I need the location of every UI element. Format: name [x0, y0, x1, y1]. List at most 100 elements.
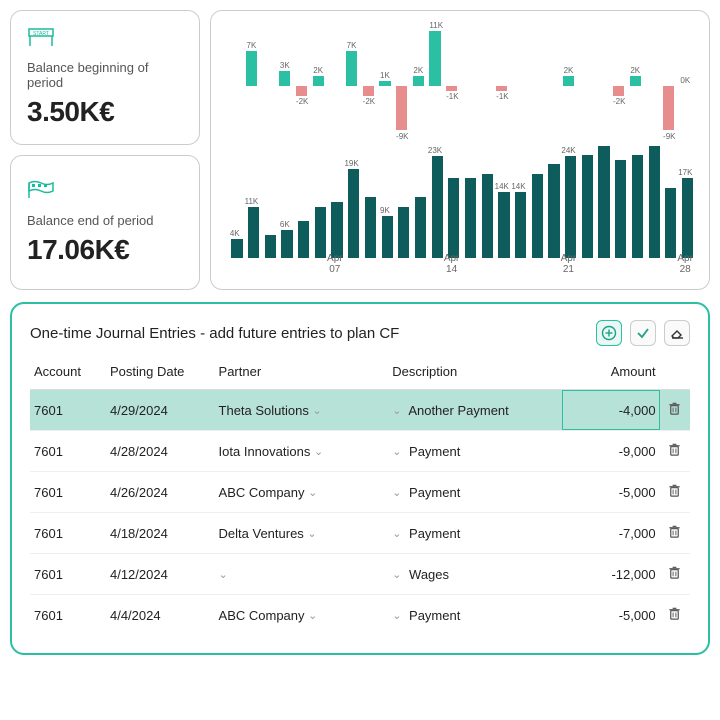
cell-partner[interactable]: ⌄ — [215, 554, 389, 595]
delta-bar — [227, 19, 243, 140]
cell-amount[interactable]: -5,000 — [562, 595, 660, 636]
balance-bar: 24K — [561, 146, 577, 258]
cell-account[interactable]: 7601 — [30, 513, 106, 554]
delta-bar — [327, 19, 343, 140]
delete-row-button[interactable] — [660, 472, 690, 513]
table-row[interactable]: 76014/29/2024Theta Solutions ⌄⌄ Another … — [30, 390, 690, 431]
balance-bar — [577, 146, 593, 258]
delta-bar: 11K — [427, 19, 443, 140]
delete-row-button[interactable] — [660, 513, 690, 554]
x-tick: Apr 14 — [444, 253, 460, 275]
cell-amount[interactable]: -4,000 — [562, 390, 660, 431]
balance-bar — [310, 146, 326, 258]
balance-bar — [444, 146, 460, 258]
table-row[interactable]: 76014/18/2024Delta Ventures ⌄⌄ Payment-7… — [30, 513, 690, 554]
cell-description[interactable]: ⌄ Payment — [388, 513, 562, 554]
cell-partner[interactable]: ABC Company ⌄ — [215, 595, 389, 636]
kpi-end-value: 17.06K€ — [27, 234, 183, 266]
journal-entries-card: One-time Journal Entries - add future en… — [10, 302, 710, 655]
col-posting-date[interactable]: Posting Date — [106, 358, 215, 390]
balance-bar: 14K — [494, 146, 510, 258]
cell-account[interactable]: 7601 — [30, 390, 106, 431]
chevron-down-icon: ⌄ — [392, 486, 401, 499]
delete-row-button[interactable] — [660, 595, 690, 636]
table-row[interactable]: 76014/28/2024Iota Innovations ⌄⌄ Payment… — [30, 431, 690, 472]
cell-date[interactable]: 4/4/2024 — [106, 595, 215, 636]
balance-bar: 17K — [678, 146, 694, 258]
confirm-button[interactable] — [630, 320, 656, 346]
chevron-down-icon: ⌄ — [392, 609, 401, 622]
delta-bar — [594, 19, 610, 140]
cell-partner[interactable]: Delta Ventures ⌄ — [215, 513, 389, 554]
cell-description[interactable]: ⌄ Payment — [388, 595, 562, 636]
cell-partner[interactable]: Iota Innovations ⌄ — [215, 431, 389, 472]
chevron-down-icon: ⌄ — [307, 527, 316, 540]
cell-description[interactable]: ⌄ Payment — [388, 472, 562, 513]
balance-bar: 9K — [377, 146, 393, 258]
cell-amount[interactable]: -9,000 — [562, 431, 660, 472]
add-entry-button[interactable] — [596, 320, 622, 346]
table-row[interactable]: 76014/26/2024ABC Company ⌄⌄ Payment-5,00… — [30, 472, 690, 513]
delta-bar — [577, 19, 593, 140]
cell-partner[interactable]: Theta Solutions ⌄ — [215, 390, 389, 431]
delete-row-button[interactable] — [660, 431, 690, 472]
delta-bar: -2K — [611, 19, 627, 140]
balance-bar — [611, 146, 627, 258]
balance-bar — [294, 146, 310, 258]
delta-bar — [511, 19, 527, 140]
x-tick: Apr 21 — [561, 253, 577, 275]
balance-bar: 14K — [511, 146, 527, 258]
balance-bar — [477, 146, 493, 258]
delta-bar — [461, 19, 477, 140]
delta-bar: 7K — [244, 19, 260, 140]
balance-bar — [644, 146, 660, 258]
cell-amount[interactable]: -5,000 — [562, 472, 660, 513]
cell-account[interactable]: 7601 — [30, 472, 106, 513]
cell-date[interactable]: 4/29/2024 — [106, 390, 215, 431]
delta-bar: 7K — [344, 19, 360, 140]
cell-account[interactable]: 7601 — [30, 554, 106, 595]
cell-amount[interactable]: -12,000 — [562, 554, 660, 595]
cell-partner[interactable]: ABC Company ⌄ — [215, 472, 389, 513]
delta-bar: -2K — [361, 19, 377, 140]
cell-description[interactable]: ⌄ Payment — [388, 431, 562, 472]
delta-bar — [260, 19, 276, 140]
cell-description[interactable]: ⌄ Another Payment — [388, 390, 562, 431]
col-amount[interactable]: Amount — [562, 358, 660, 390]
kpi-begin-label: Balance beginning of period — [27, 60, 183, 90]
chevron-down-icon: ⌄ — [392, 527, 401, 540]
cashflow-chart: 7K3K-2K2K7K-2K1K-9K2K11K-1K-1K2K-2K2K-9K… — [210, 10, 710, 290]
table-row[interactable]: 76014/4/2024ABC Company ⌄⌄ Payment-5,000 — [30, 595, 690, 636]
start-flag-icon: START — [27, 27, 183, 52]
kpi-end-label: Balance end of period — [27, 213, 183, 228]
delete-row-button[interactable] — [660, 390, 690, 431]
delta-bar: -2K — [294, 19, 310, 140]
delete-row-button[interactable] — [660, 554, 690, 595]
cell-description[interactable]: ⌄ Wages — [388, 554, 562, 595]
balance-bar: 6K — [277, 146, 293, 258]
cell-date[interactable]: 4/28/2024 — [106, 431, 215, 472]
col-account[interactable]: Account — [30, 358, 106, 390]
cell-date[interactable]: 4/18/2024 — [106, 513, 215, 554]
chevron-down-icon: ⌄ — [392, 445, 401, 458]
cell-date[interactable]: 4/26/2024 — [106, 472, 215, 513]
balance-bar — [628, 146, 644, 258]
journal-table: Account Posting Date Partner Description… — [30, 358, 690, 635]
col-description[interactable]: Description — [388, 358, 562, 390]
cell-account[interactable]: 7601 — [30, 595, 106, 636]
delta-bar: -1K — [444, 19, 460, 140]
cell-date[interactable]: 4/12/2024 — [106, 554, 215, 595]
delta-bar: -9K — [661, 19, 677, 140]
x-tick: Apr 07 — [327, 253, 343, 275]
table-row[interactable]: 76014/12/2024 ⌄⌄ Wages-12,000 — [30, 554, 690, 595]
chevron-down-icon: ⌄ — [392, 568, 401, 581]
balance-bar — [327, 146, 343, 258]
delta-bar: 2K — [628, 19, 644, 140]
cell-amount[interactable]: -7,000 — [562, 513, 660, 554]
x-tick: Apr 28 — [677, 253, 693, 275]
balance-bar — [361, 146, 377, 258]
cell-account[interactable]: 7601 — [30, 431, 106, 472]
delta-bar: 0K — [678, 19, 694, 140]
col-partner[interactable]: Partner — [215, 358, 389, 390]
erase-button[interactable] — [664, 320, 690, 346]
